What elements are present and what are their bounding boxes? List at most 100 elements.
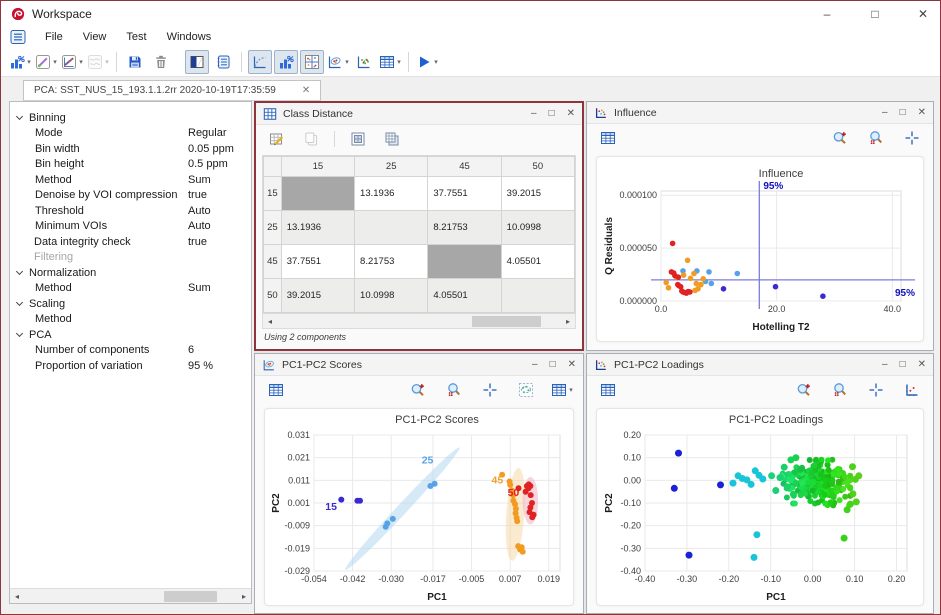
menu-view[interactable]: View [75, 29, 115, 45]
table-options-button[interactable]: ▾ [550, 378, 574, 402]
row-header[interactable]: 50 [264, 279, 282, 313]
minimize-button[interactable]: – [820, 7, 834, 21]
loadings-chart-card[interactable]: -0.40-0.30-0.20-0.100.000.100.200.200.10… [596, 408, 924, 606]
tree-row[interactable]: Denoise by VOI compressiontrue [10, 188, 251, 204]
menu-file[interactable]: File [37, 29, 71, 45]
bar-percent-view-button[interactable] [274, 50, 298, 74]
table-cell[interactable]: 39.2015 [281, 279, 354, 313]
minimize-button[interactable]: – [531, 108, 537, 119]
column-header[interactable]: 45 [428, 157, 501, 177]
table-cell[interactable] [355, 211, 428, 245]
main-menu-button[interactable] [9, 29, 27, 45]
close-button[interactable]: ✕ [918, 359, 926, 370]
settings-horizontal-scrollbar[interactable]: ◂ ▸ [10, 588, 251, 603]
tree-row[interactable]: Binning [10, 110, 251, 126]
scroll-left-arrow-icon[interactable]: ◂ [263, 317, 277, 326]
tree-row[interactable]: MethodSum [10, 281, 251, 297]
influence-titlebar[interactable]: Influence – □ ✕ [587, 102, 933, 124]
scroll-right-arrow-icon[interactable]: ▸ [237, 592, 251, 601]
axes-options-button[interactable] [900, 378, 924, 402]
table-cell[interactable]: 10.0998 [501, 211, 574, 245]
zoom-in-button[interactable] [792, 378, 816, 402]
toggle-sidebar-button[interactable] [185, 50, 209, 74]
table-cell[interactable]: 8.21753 [428, 211, 501, 245]
tree-row[interactable]: Normalization [10, 265, 251, 281]
tree-row[interactable]: Bin width0.05 ppm [10, 141, 251, 157]
menu-windows[interactable]: Windows [159, 29, 220, 45]
chevron-down-icon[interactable] [16, 299, 23, 306]
run-button[interactable]: ▾ [415, 50, 439, 74]
ellipse-select-button[interactable] [514, 378, 538, 402]
row-header[interactable]: 25 [264, 211, 282, 245]
tree-row[interactable]: Method [10, 312, 251, 328]
crosshair-button[interactable] [900, 126, 924, 150]
menu-test[interactable]: Test [118, 29, 154, 45]
tree-row[interactable]: PCA [10, 327, 251, 343]
maximize-button[interactable]: □ [900, 107, 906, 118]
maximize-button[interactable]: □ [549, 108, 555, 119]
loadings-plot-button[interactable] [352, 50, 376, 74]
show-table-button[interactable] [264, 378, 288, 402]
maximize-button[interactable]: □ [868, 7, 882, 21]
pen-annotate-button[interactable]: ▾ [34, 50, 58, 74]
scrollbar-thumb[interactable] [472, 316, 541, 327]
table-view-button[interactable]: ▾ [378, 50, 402, 74]
scores-plot-button[interactable]: ▾ [326, 50, 350, 74]
copy-table-button[interactable] [380, 127, 404, 151]
zoom-selection-button[interactable] [864, 126, 888, 150]
column-header[interactable]: 25 [355, 157, 428, 177]
table-cell[interactable] [428, 245, 501, 279]
zoom-selection-button[interactable] [442, 378, 466, 402]
row-header[interactable]: 15 [264, 177, 282, 211]
delete-button[interactable] [149, 50, 173, 74]
tab-pca-result[interactable]: PCA: SST_NUS_15_193.1.1.2rr 2020-10-19T1… [23, 80, 321, 101]
table-cell[interactable] [281, 177, 354, 211]
table-cell[interactable]: 8.21753 [355, 245, 428, 279]
zoom-in-button[interactable] [406, 378, 430, 402]
maximize-button[interactable]: □ [900, 359, 906, 370]
zoom-in-button[interactable] [828, 126, 852, 150]
show-table-button[interactable] [596, 126, 620, 150]
table-box-button[interactable] [346, 127, 370, 151]
table-cell[interactable] [501, 279, 574, 313]
table-cell[interactable]: 4.05501 [428, 279, 501, 313]
table-horizontal-scrollbar[interactable]: ◂ ▸ [262, 314, 576, 329]
scores-titlebar[interactable]: PC1-PC2 Scores – □ ✕ [255, 354, 583, 376]
tree-row[interactable]: Number of components6 [10, 343, 251, 359]
tree-row[interactable]: Data integrity checktrue [10, 234, 251, 250]
minimize-button[interactable]: – [882, 107, 888, 118]
chevron-down-icon[interactable] [16, 330, 23, 337]
scores-chart-card[interactable]: -0.054-0.042-0.030-0.017-0.0050.0070.019… [264, 408, 574, 606]
table-cell[interactable]: 13.1936 [281, 211, 354, 245]
tree-row[interactable]: Scaling [10, 296, 251, 312]
chevron-down-icon[interactable] [16, 113, 23, 120]
save-button[interactable] [123, 50, 147, 74]
tree-row[interactable]: Bin height0.5 ppm [10, 157, 251, 173]
edit-table-button[interactable] [265, 127, 289, 151]
loadings-chart[interactable]: -0.40-0.30-0.20-0.100.000.100.200.200.10… [601, 409, 919, 605]
maximize-button[interactable]: □ [550, 359, 556, 370]
close-button[interactable]: ✕ [918, 107, 926, 118]
tab-close-icon[interactable]: ✕ [302, 85, 310, 96]
tree-row[interactable]: ModeRegular [10, 126, 251, 142]
influence-chart-card[interactable]: 0.020.040.00.0000000.0000500.000100Influ… [596, 156, 924, 342]
close-button[interactable]: ✕ [567, 108, 575, 119]
class-distance-titlebar[interactable]: Class Distance – □ ✕ [256, 103, 582, 125]
tree-row[interactable]: Proportion of variation95 % [10, 358, 251, 374]
quad-plots-button[interactable] [300, 50, 324, 74]
tree-row[interactable]: ThresholdAuto [10, 203, 251, 219]
regression-plot-button[interactable]: ▾ [60, 50, 84, 74]
zoom-selection-button[interactable] [828, 378, 852, 402]
cumulative-plot-button[interactable] [248, 50, 272, 74]
table-cell[interactable]: 37.7551 [428, 177, 501, 211]
scroll-right-arrow-icon[interactable]: ▸ [561, 317, 575, 326]
column-header[interactable]: 15 [281, 157, 354, 177]
notebook-button[interactable] [211, 50, 235, 74]
tree-row[interactable]: Filtering [10, 250, 251, 266]
table-cell[interactable]: 37.7551 [281, 245, 354, 279]
tree-row[interactable]: MethodSum [10, 172, 251, 188]
tree-row[interactable]: Minimum VOIsAuto [10, 219, 251, 235]
table-cell[interactable]: 13.1936 [355, 177, 428, 211]
crosshair-button[interactable] [864, 378, 888, 402]
chevron-down-icon[interactable] [16, 268, 23, 275]
